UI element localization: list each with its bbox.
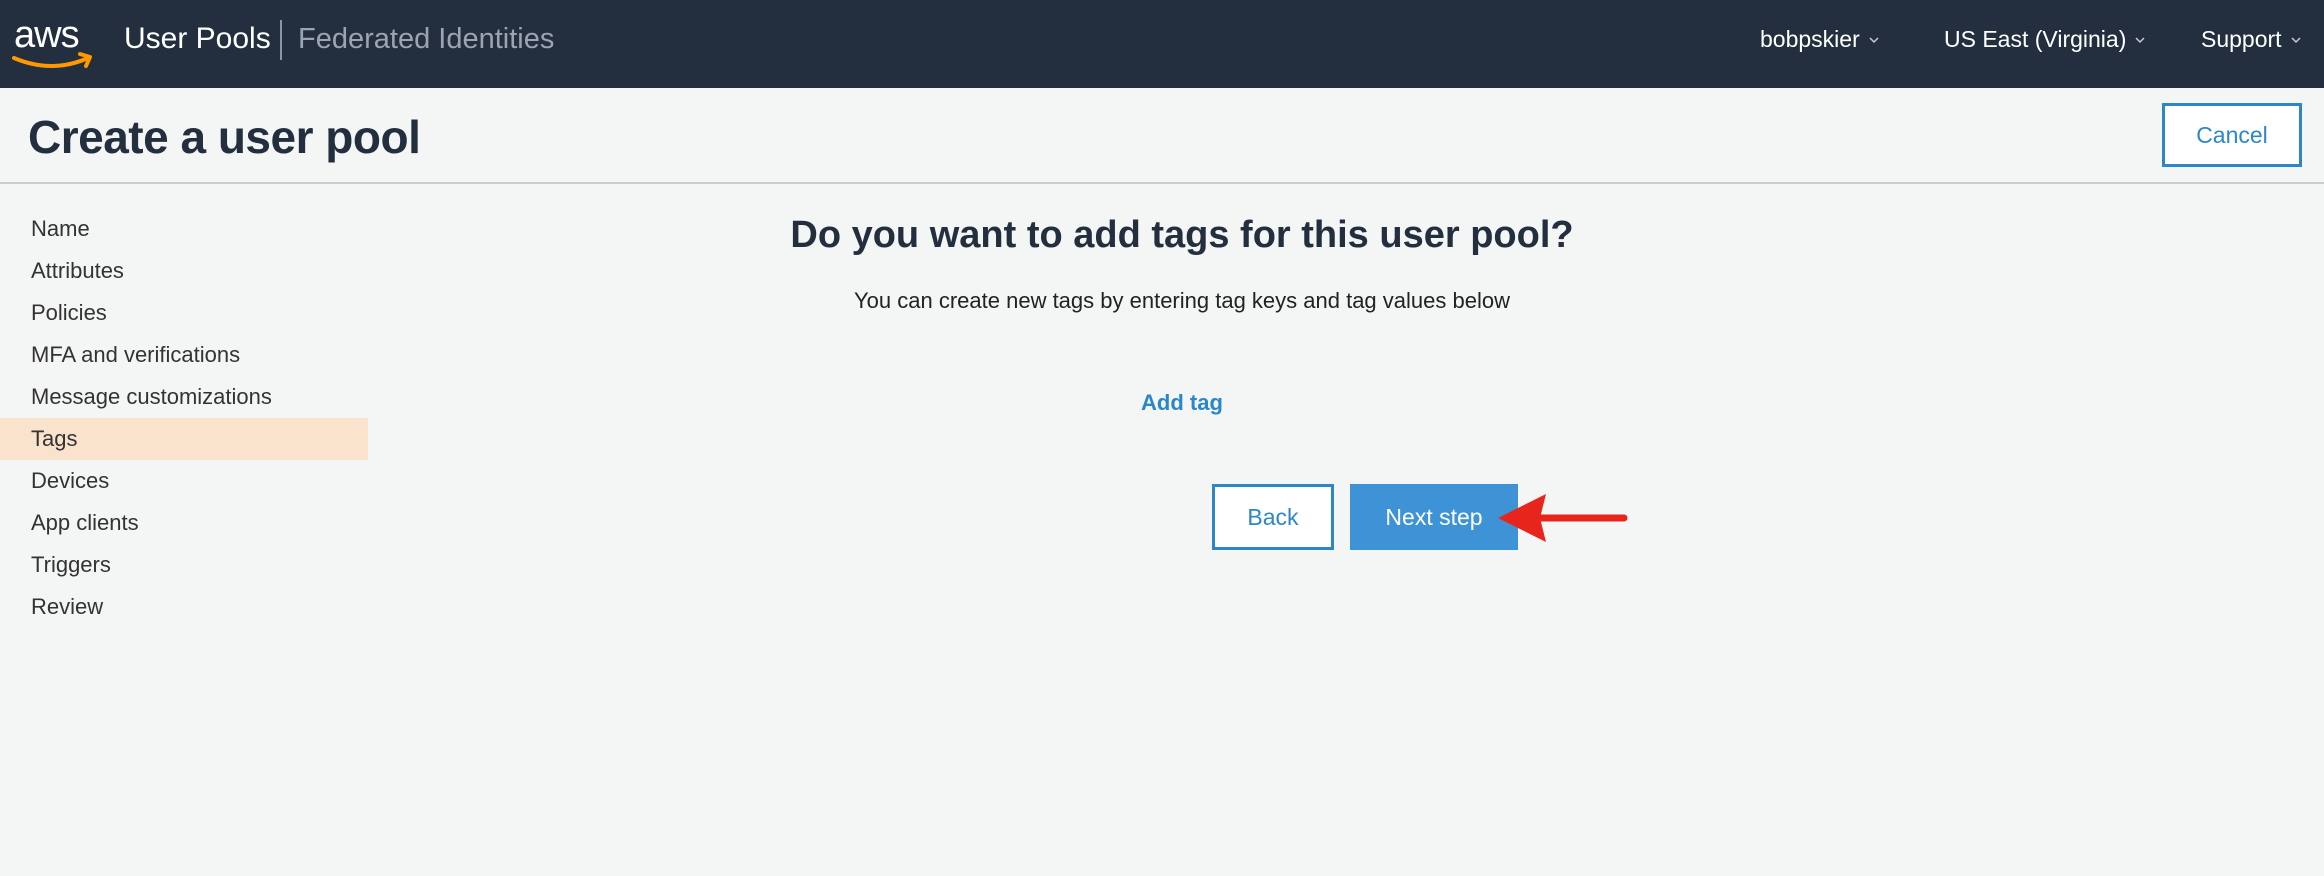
add-tag-link-label[interactable]: Add tag (1141, 390, 1223, 415)
page-title: Create a user pool (28, 111, 421, 163)
sidebar-item-devices[interactable]: Devices (0, 460, 368, 502)
next-step-button[interactable]: Next step (1350, 484, 1518, 550)
cancel-button[interactable]: Cancel (2162, 103, 2302, 167)
top-nav-bar: aws User Pools Federated Identities bobp… (0, 0, 2324, 88)
user-menu-label: bobpskier (1760, 26, 1860, 52)
red-arrow-annotation-icon (1498, 494, 1628, 542)
back-button[interactable]: Back (1212, 484, 1334, 550)
sidebar-item-attributes[interactable]: Attributes (0, 250, 368, 292)
add-tag-link: Add tag (368, 390, 1996, 416)
wizard-steps-sidebar: Name Attributes Policies MFA and verific… (0, 208, 368, 628)
nav-user-pools[interactable]: User Pools (124, 22, 271, 56)
support-menu-label: Support (2201, 26, 2282, 52)
tags-question-heading: Do you want to add tags for this user po… (790, 214, 1574, 256)
user-menu[interactable]: bobpskier (1760, 26, 1880, 53)
sidebar-item-name[interactable]: Name (0, 208, 368, 250)
region-menu[interactable]: US East (Virginia) (1944, 26, 2146, 53)
sidebar-item-triggers[interactable]: Triggers (0, 544, 368, 586)
sidebar-item-message-customizations[interactable]: Message customizations (0, 376, 368, 418)
region-menu-label: US East (Virginia) (1944, 26, 2127, 52)
chevron-down-icon (2291, 36, 2301, 43)
sidebar-item-mfa[interactable]: MFA and verifications (0, 334, 368, 376)
nav-divider (280, 20, 282, 60)
sidebar-item-review[interactable]: Review (0, 586, 368, 628)
tags-description: You can create new tags by entering tag … (854, 288, 1510, 313)
sidebar-item-tags[interactable]: Tags (0, 418, 368, 460)
chevron-down-icon (1869, 36, 1879, 43)
sidebar-item-policies[interactable]: Policies (0, 292, 368, 334)
aws-logo-text: aws (14, 14, 80, 56)
aws-smile-icon (12, 52, 92, 68)
page-header: Create a user pool Cancel (0, 88, 2324, 184)
aws-logo[interactable]: aws (12, 14, 96, 74)
chevron-down-icon (2135, 36, 2145, 43)
support-menu[interactable]: Support (2201, 26, 2302, 53)
nav-federated-identities[interactable]: Federated Identities (298, 23, 554, 56)
sidebar-item-app-clients[interactable]: App clients (0, 502, 368, 544)
